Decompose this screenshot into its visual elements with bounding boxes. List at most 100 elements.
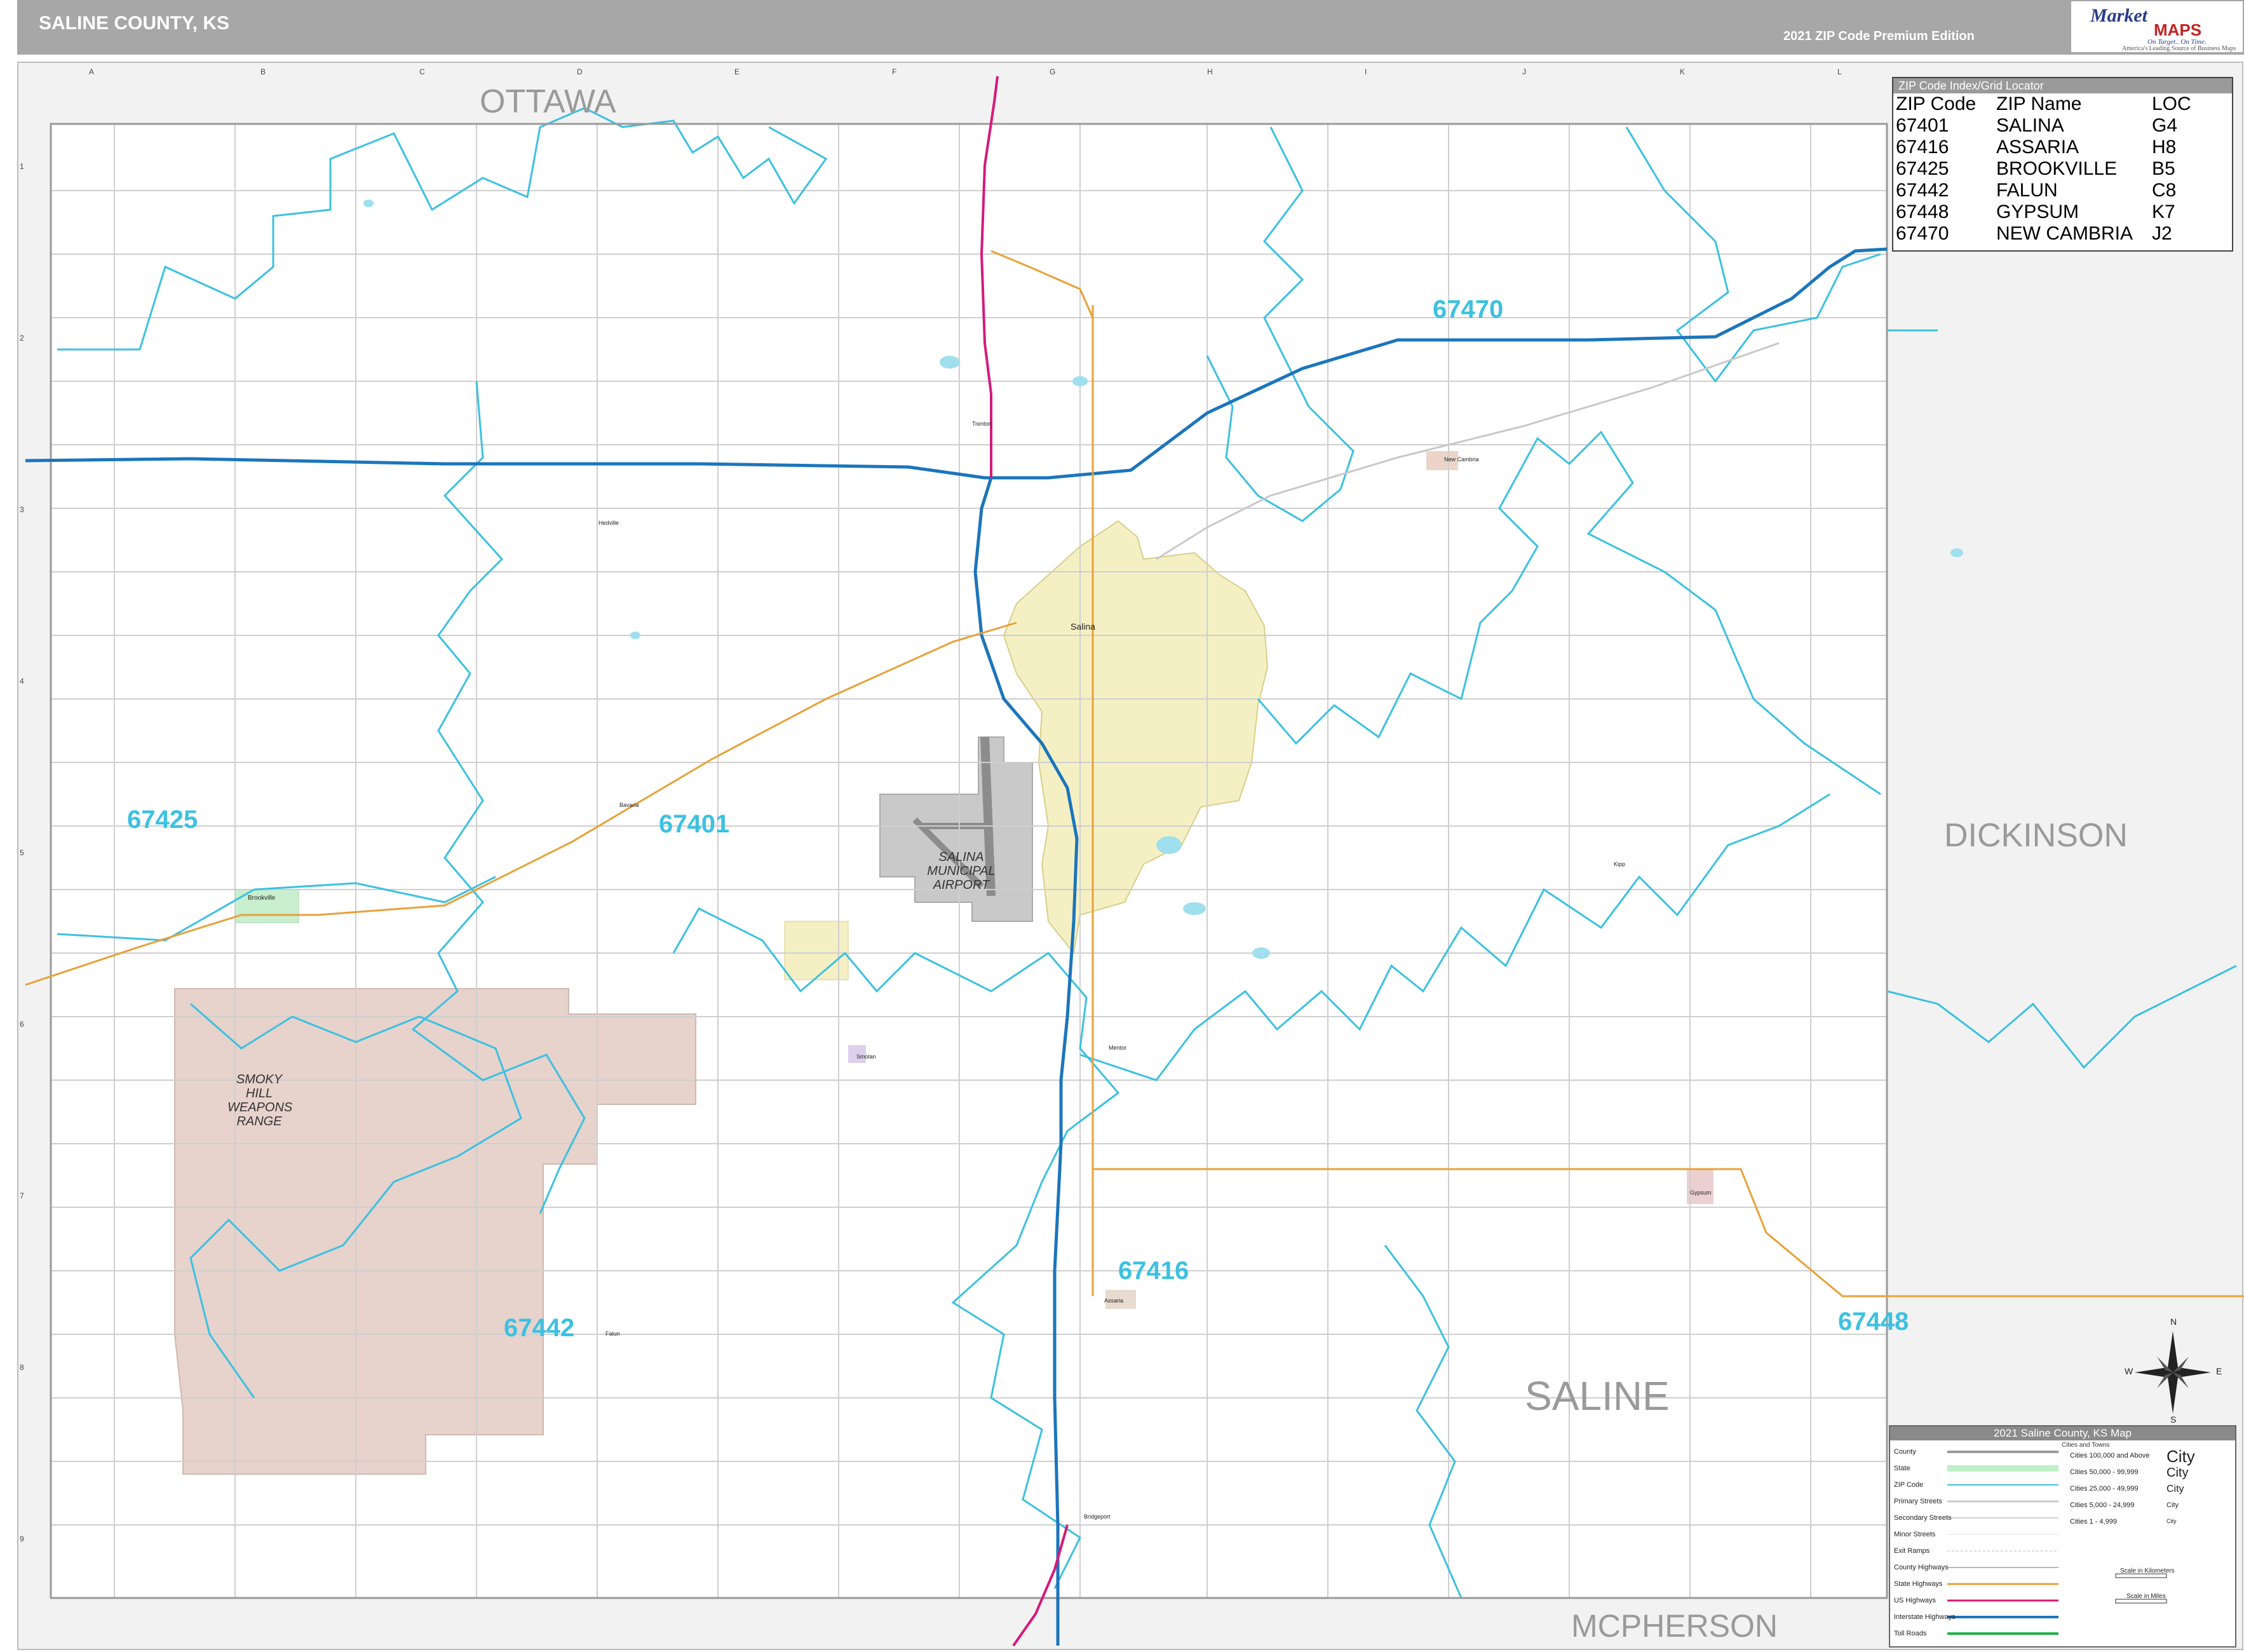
zip-label-67442: 67442 — [504, 1314, 575, 1342]
airport-line-2: MUNICIPAL — [927, 864, 996, 878]
legend-primary: Primary Streets — [1894, 1498, 1942, 1505]
zip-name-cell: FALUN — [1996, 180, 2058, 201]
zip-index-title: ZIP Code Index/Grid Locator — [1893, 78, 2232, 93]
compass-s: S — [2170, 1414, 2177, 1425]
grid-col-h: H — [1207, 67, 1213, 76]
grid-row-8: 8 — [20, 1363, 24, 1372]
loc-cell: K7 — [2152, 201, 2175, 222]
grid-col-b: B — [260, 67, 266, 76]
legend-city-class-1: Cities 100,000 and Above — [2070, 1452, 2150, 1459]
zip-label-67416: 67416 — [1118, 1257, 1189, 1285]
city-label-salina: Salina — [1071, 621, 1095, 632]
table-row: 67470 NEW CAMBRIA J2 — [1896, 223, 2228, 245]
table-row: 67425 BROOKVILLE B5 — [1896, 158, 2228, 180]
zip-name-cell: NEW CAMBRIA — [1996, 223, 2133, 244]
grid-col-e: E — [734, 67, 740, 76]
table-row: 67416 ASSARIA H8 — [1896, 137, 2228, 158]
zip-cell: 67448 — [1896, 201, 1949, 222]
grid-col-g: G — [1050, 67, 1056, 76]
grid-row-1: 1 — [20, 162, 24, 171]
legend-minor: Minor Streets — [1894, 1531, 1936, 1538]
compass-w: W — [2125, 1366, 2133, 1376]
city-label-gypsum: Gypsum — [1690, 1189, 1712, 1196]
legend-city-sample-4: City — [2166, 1501, 2179, 1509]
grid-row-7: 7 — [20, 1191, 24, 1200]
legend-city-sample-5: City — [2166, 1518, 2177, 1524]
legend-city-class-5: Cities 1 - 4,999 — [2070, 1518, 2117, 1526]
legend-exit-ramps: Exit Ramps — [1894, 1547, 1930, 1555]
grid-col-d: D — [577, 67, 583, 76]
zip-cell: 67442 — [1896, 180, 1949, 201]
loc-cell: G4 — [2152, 115, 2178, 136]
grid-row-9: 9 — [20, 1534, 24, 1543]
zip-cell: 67401 — [1896, 115, 1949, 136]
city-label-new-cambria: New Cambria — [1444, 456, 1479, 463]
legend-city-class-2: Cities 50,000 - 99,999 — [2070, 1468, 2139, 1476]
legend-scale-mi: Scale in Miles — [2126, 1593, 2166, 1600]
compass-e: E — [2216, 1366, 2222, 1376]
city-label-smolan: Smolan — [856, 1053, 876, 1060]
zip-cell: 67425 — [1896, 158, 1949, 179]
compass-rose: N S W E — [2122, 1317, 2224, 1425]
county-label-mcpherson: MCPHERSON — [1571, 1608, 1778, 1644]
city-label-trenton: Trenton — [972, 421, 992, 427]
compass-n: N — [2170, 1317, 2177, 1327]
city-label-brookville: Brookville — [248, 895, 276, 902]
legend-interstate: Interstate Highways — [1894, 1613, 1956, 1621]
legend-county-hwy: County Highways — [1894, 1564, 1949, 1571]
legend-state: State — [1894, 1465, 1910, 1472]
loc-col-header: LOC — [2152, 93, 2191, 114]
city-label-assaria: Assaria — [1104, 1297, 1124, 1304]
county-label-ottawa: OTTAWA — [480, 83, 616, 120]
legend-us-hwy: US Highways — [1894, 1597, 1936, 1604]
zip-index-table: ZIP Code ZIP Name LOC 67401 SALINA G4 6741… — [1896, 93, 2228, 245]
grid-row-5: 5 — [20, 848, 24, 857]
loc-cell: C8 — [2152, 180, 2177, 201]
city-label-mentor: Mentor — [1109, 1045, 1127, 1051]
legend-city-sample-1: City — [2166, 1447, 2195, 1466]
weapons-range-label: SMOKY HILL WEAPONS RANGE — [227, 1073, 293, 1128]
legend-toll: Toll Roads — [1894, 1630, 1927, 1637]
range-line-1: SMOKY — [236, 1073, 283, 1087]
grid-col-a: A — [89, 67, 95, 76]
legend-title: 2021 Saline County, KS Map — [1890, 1426, 2235, 1440]
zip-cell: 67470 — [1896, 223, 1949, 244]
grid-col-l: L — [1837, 67, 1842, 76]
name-col-header: ZIP Name — [1996, 93, 2082, 114]
zip-index-panel: ZIP Code Index/Grid Locator ZIP Code ZIP… — [1892, 77, 2233, 252]
grid-col-i: I — [1365, 67, 1367, 76]
city-label-kipp: Kipp — [1614, 861, 1626, 867]
county-label-dickinson: DICKINSON — [1944, 817, 2128, 854]
zip-index-header-row: ZIP Code ZIP Name LOC — [1896, 93, 2228, 115]
grid-row-3: 3 — [20, 505, 24, 514]
zip-name-cell: GYPSUM — [1996, 201, 2079, 222]
zip-name-cell: SALINA — [1996, 115, 2064, 136]
airport-line-3: AIRPORT — [933, 878, 990, 892]
zip-label-67448: 67448 — [1838, 1308, 1909, 1336]
legend-city-class-4: Cities 5,000 - 24,999 — [2070, 1501, 2135, 1509]
table-row: 67448 GYPSUM K7 — [1896, 201, 2228, 223]
gypsum-area — [1687, 1169, 1713, 1204]
legend-city-sample-3: City — [2166, 1484, 2184, 1494]
airport-line-1: SALINA — [938, 850, 984, 864]
zip-label-67425: 67425 — [127, 806, 198, 834]
legend-scale-km: Scale in Kilometers — [2120, 1567, 2175, 1574]
legend-city-class-3: Cities 25,000 - 49,999 — [2070, 1485, 2139, 1493]
table-row: 67442 FALUN C8 — [1896, 180, 2228, 201]
legend-zip: ZIP Code — [1894, 1481, 1924, 1489]
city-label-hedville: Hedville — [598, 520, 619, 526]
zip-cell: 67416 — [1896, 137, 1949, 158]
zip-name-cell: ASSARIA — [1996, 137, 2079, 158]
legend-state-hwy: State Highways — [1894, 1580, 1943, 1588]
range-line-3: WEAPONS — [227, 1100, 293, 1114]
map-legend: 2021 Saline County, KS Map Cities and To… — [1889, 1425, 2236, 1648]
north-strip — [51, 75, 1887, 124]
city-label-bavaria: Bavaria — [619, 802, 639, 808]
zip-label-67401: 67401 — [659, 810, 730, 838]
legend-secondary: Secondary Streets — [1894, 1514, 1952, 1522]
table-row: 67401 SALINA G4 — [1896, 115, 2228, 137]
grid-col-f: F — [892, 67, 897, 76]
grid-col-j: J — [1522, 67, 1526, 76]
grid-row-2: 2 — [20, 334, 24, 342]
legend-county: County — [1894, 1448, 1916, 1456]
